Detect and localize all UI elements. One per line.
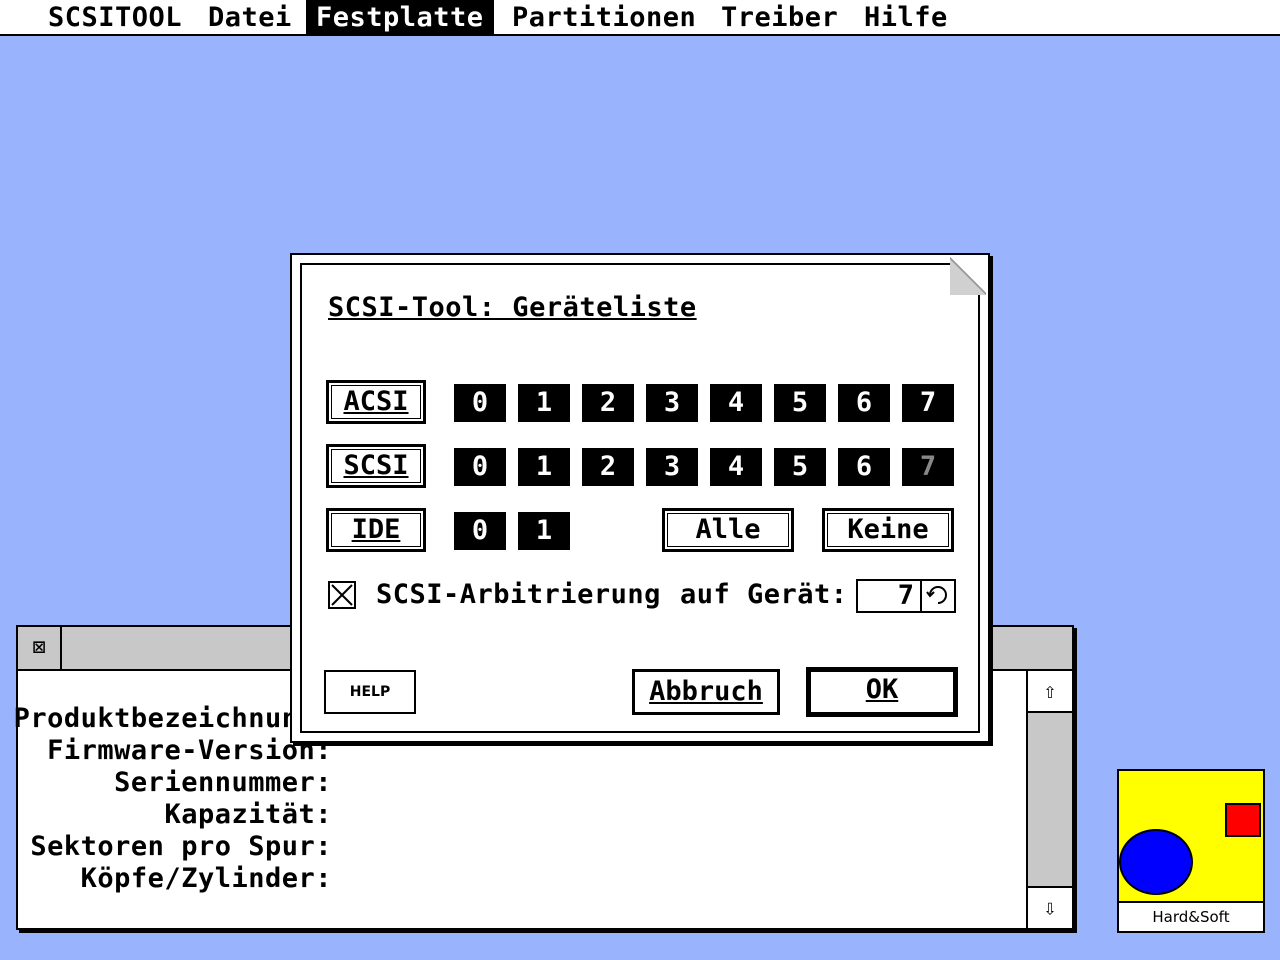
checkbox-x-icon	[331, 584, 353, 606]
dialog-title: SCSI-Tool: Geräteliste	[328, 292, 697, 323]
scsi-id-7-disabled: 7	[902, 448, 954, 486]
dialog-corner-fold-icon[interactable]	[950, 257, 986, 295]
scroll-down-arrow-icon[interactable]: ⇩	[1028, 886, 1072, 928]
menu-scsitool[interactable]: SCSITOOL	[38, 0, 192, 36]
menu-hilfe[interactable]: Hilfe	[854, 0, 958, 36]
menu-datei[interactable]: Datei	[198, 0, 302, 36]
help-button[interactable]: HELP	[324, 670, 416, 714]
ide-id-1[interactable]: 1	[518, 512, 570, 550]
scsi-id-5[interactable]: 5	[774, 448, 826, 486]
blue-circle-shape	[1119, 829, 1193, 895]
select-none-button[interactable]: Keine	[822, 508, 954, 552]
bus-button-acsi[interactable]: ACSI	[326, 380, 426, 424]
acsi-id-3[interactable]: 3	[646, 384, 698, 422]
arbitration-label[interactable]: SCSI-Arbitrierung	[376, 579, 661, 610]
arbitration-checkbox[interactable]	[328, 581, 356, 609]
label-capacity: Kapazität:	[164, 799, 332, 830]
scsi-id-0[interactable]: 0	[454, 448, 506, 486]
cancel-button[interactable]: Abbruch	[632, 669, 780, 715]
device-list-dialog: SCSI-Tool: Geräteliste ACSI 0 1 2 3 4 5 …	[290, 253, 990, 743]
cycle-icon[interactable]	[920, 581, 954, 611]
scsi-id-6[interactable]: 6	[838, 448, 890, 486]
device-label: auf Gerät:	[680, 579, 848, 610]
scsi-id-3[interactable]: 3	[646, 448, 698, 486]
bus-button-ide[interactable]: IDE	[326, 508, 426, 552]
acsi-id-1[interactable]: 1	[518, 384, 570, 422]
ide-id-0[interactable]: 0	[454, 512, 506, 550]
hard-soft-desktop-icon[interactable]: Hard&Soft	[1117, 769, 1265, 933]
menu-partitionen[interactable]: Partitionen	[502, 0, 706, 36]
device-id-value: 7	[897, 580, 914, 611]
label-serial: Seriennummer:	[114, 767, 332, 798]
acsi-id-0[interactable]: 0	[454, 384, 506, 422]
acsi-id-4[interactable]: 4	[710, 384, 762, 422]
scsi-id-1[interactable]: 1	[518, 448, 570, 486]
bus-button-scsi[interactable]: SCSI	[326, 444, 426, 488]
scroll-up-arrow-icon[interactable]: ⇧	[1028, 671, 1072, 713]
dialog-frame	[300, 263, 980, 733]
acsi-id-5[interactable]: 5	[774, 384, 826, 422]
scsi-id-2[interactable]: 2	[582, 448, 634, 486]
label-sectors: Sektoren pro Spur:	[30, 831, 332, 862]
acsi-id-7[interactable]: 7	[902, 384, 954, 422]
select-all-button[interactable]: Alle	[662, 508, 794, 552]
close-icon[interactable]: ⊠	[18, 627, 62, 669]
vertical-scrollbar[interactable]: ⇧ ⇩	[1026, 671, 1072, 928]
label-product: Produktbezeichnung:	[13, 703, 332, 734]
icon-label: Hard&Soft	[1119, 901, 1263, 931]
menu-bar: SCSITOOL Datei Festplatte Partitionen Tr…	[0, 0, 1280, 36]
label-heads: Köpfe/Zylinder:	[80, 863, 332, 894]
ok-button[interactable]: OK	[806, 667, 958, 717]
menu-treiber[interactable]: Treiber	[711, 0, 848, 36]
acsi-id-6[interactable]: 6	[838, 384, 890, 422]
red-square-shape	[1225, 803, 1261, 837]
device-id-spinner[interactable]: 7	[856, 579, 956, 613]
acsi-id-2[interactable]: 2	[582, 384, 634, 422]
scsi-id-4[interactable]: 4	[710, 448, 762, 486]
menu-festplatte[interactable]: Festplatte	[306, 0, 494, 36]
